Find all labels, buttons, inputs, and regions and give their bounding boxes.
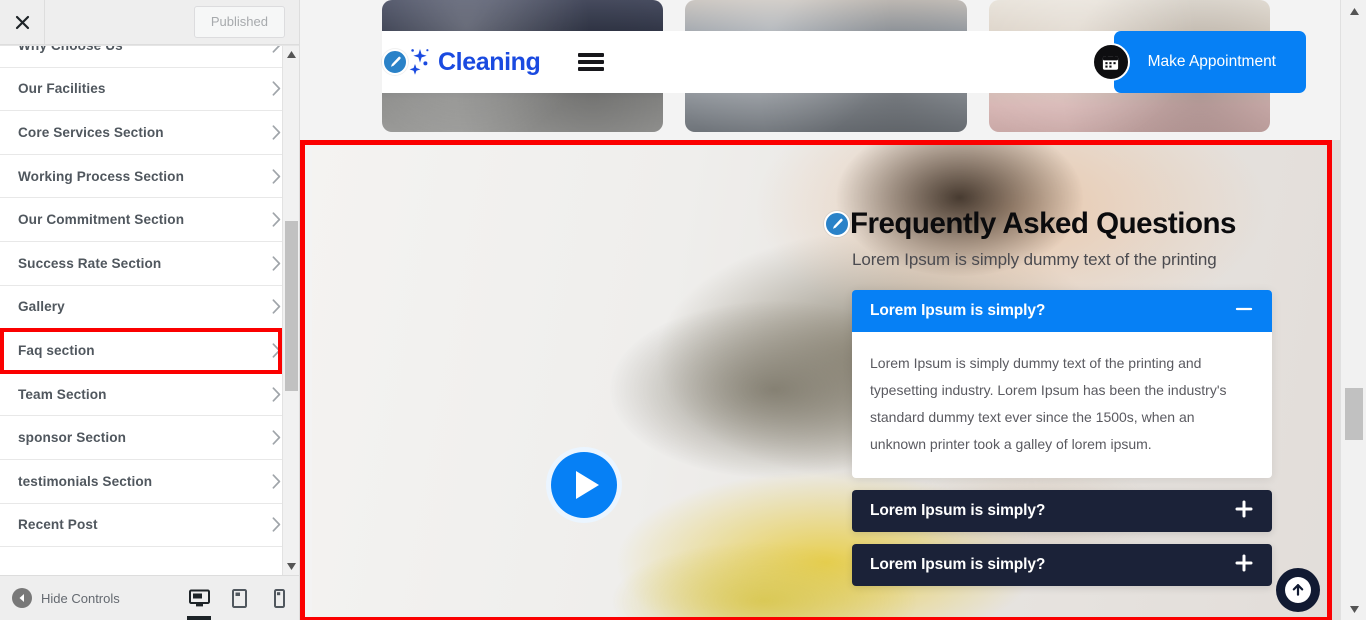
- sidebar-scrollbar[interactable]: [282, 46, 299, 575]
- arrow-up-icon: [1285, 577, 1311, 603]
- faq-accordion-header[interactable]: Lorem Ipsum is simply?: [852, 543, 1272, 586]
- sidebar-item-label: Our Facilities: [18, 81, 106, 97]
- hide-controls-button[interactable]: Hide Controls: [12, 588, 120, 608]
- minus-icon[interactable]: [1234, 299, 1254, 323]
- site-brand[interactable]: Cleaning: [382, 45, 541, 79]
- faq-accordion-item: Lorem Ipsum is simply?: [852, 543, 1272, 586]
- scroll-to-top-button[interactable]: [1276, 568, 1320, 612]
- device-tablet-button[interactable]: [219, 576, 259, 620]
- browser-scroll-down-icon[interactable]: [1341, 600, 1366, 618]
- faq-subtitle: Lorem Ipsum is simply dummy text of the …: [852, 250, 1217, 270]
- chevron-right-icon: [272, 343, 281, 358]
- device-desktop-button[interactable]: [179, 576, 219, 620]
- chevron-right-icon: [272, 81, 281, 97]
- sidebar-item-recent-post[interactable]: Recent Post: [0, 503, 299, 548]
- faq-question: Lorem Ipsum is simply?: [870, 555, 1046, 573]
- sidebar-item-label: Core Services Section: [18, 124, 164, 140]
- play-icon: [576, 471, 599, 499]
- sidebar-item-label: Why Choose Us: [18, 45, 123, 53]
- chevron-right-icon: [272, 386, 281, 402]
- plus-icon[interactable]: [1234, 553, 1254, 577]
- faq-accordion-item: Lorem Ipsum is simply?: [852, 489, 1272, 532]
- sparkle-icon: [404, 45, 434, 79]
- play-video-button[interactable]: [546, 447, 622, 523]
- chevron-right-icon: [272, 212, 281, 227]
- sidebar-item-label: sponsor Section: [18, 430, 126, 446]
- sidebar-item-faq-section[interactable]: Faq section: [0, 328, 299, 375]
- faq-answer: Lorem Ipsum is simply dummy text of the …: [852, 332, 1272, 478]
- calendar-icon[interactable]: [1091, 43, 1130, 81]
- faq-accordion-item: Lorem Ipsum is simply? Lorem Ipsum is sim…: [852, 290, 1272, 478]
- faq-accordion: Lorem Ipsum is simply? Lorem Ipsum is sim…: [852, 290, 1272, 586]
- sidebar-item-why-choose-us[interactable]: Why Choose Us: [0, 45, 299, 68]
- sidebar-item-label: Our Commitment Section: [18, 212, 185, 228]
- sidebar-item-gallery[interactable]: Gallery: [0, 285, 299, 330]
- sidebar-item-testimonials-section[interactable]: testimonials Section: [0, 459, 299, 504]
- collapse-arrow-icon: [12, 588, 32, 608]
- plus-icon[interactable]: [1234, 499, 1254, 523]
- scroll-up-arrow-icon[interactable]: [283, 46, 299, 63]
- customizer-header-bar: Published: [0, 0, 299, 45]
- chevron-right-icon: [272, 430, 281, 445]
- faq-question: Lorem Ipsum is simply?: [870, 302, 1046, 320]
- customizer-footer-bar: Hide Controls: [0, 575, 299, 620]
- faq-accordion-header[interactable]: Lorem Ipsum is simply?: [852, 489, 1272, 532]
- device-preview-switcher: [179, 576, 299, 620]
- appointment-area: Make Appointment: [1091, 31, 1306, 93]
- scroll-down-arrow-icon[interactable]: [283, 558, 299, 575]
- edit-pencil-icon[interactable]: [824, 211, 850, 237]
- sidebar-item-working-process-section[interactable]: Working Process Section: [0, 154, 299, 199]
- faq-title-row: Frequently Asked Questions: [824, 207, 1272, 240]
- faq-content: Frequently Asked Questions Lorem Ipsum i…: [824, 207, 1272, 598]
- chevron-right-icon: [272, 256, 281, 271]
- sidebar-item-sponsor-section[interactable]: sponsor Section: [0, 416, 299, 460]
- browser-scrollbar[interactable]: [1340, 0, 1366, 620]
- faq-question: Lorem Ipsum is simply?: [870, 501, 1046, 519]
- hamburger-icon[interactable]: [578, 51, 605, 73]
- faq-accordion-header[interactable]: Lorem Ipsum is simply?: [852, 290, 1272, 333]
- site-preview: Cleaning Make Appointment Frequently Ask…: [300, 0, 1366, 620]
- sidebar-scrollbar-thumb[interactable]: [285, 221, 298, 391]
- sidebar-item-our-commitment-section[interactable]: Our Commitment Section: [0, 198, 299, 242]
- device-mobile-button[interactable]: [259, 576, 299, 620]
- close-icon: [15, 15, 30, 30]
- chevron-right-icon: [272, 474, 281, 489]
- browser-scroll-up-icon[interactable]: [1341, 2, 1366, 20]
- sidebar-item-label: testimonials Section: [18, 473, 153, 489]
- chevron-right-icon: [272, 168, 281, 184]
- sidebar-item-label: Faq section: [18, 342, 95, 358]
- sidebar-item-core-services-section[interactable]: Core Services Section: [0, 111, 299, 155]
- edit-pencil-icon[interactable]: [382, 49, 408, 75]
- chevron-right-icon: [272, 299, 281, 315]
- sidebar-item-label: Team Section: [18, 386, 107, 402]
- sidebar-item-label: Working Process Section: [18, 168, 184, 184]
- chevron-right-icon: [272, 517, 281, 532]
- chevron-right-icon: [272, 125, 281, 140]
- hide-controls-label: Hide Controls: [41, 590, 120, 606]
- sidebar-item-label: Recent Post: [18, 517, 98, 533]
- sidebar-item-team-section[interactable]: Team Section: [0, 372, 299, 417]
- faq-title: Frequently Asked Questions: [850, 207, 1236, 240]
- sidebar-section-list: Why Choose Us Our Facilities Core Services…: [0, 45, 299, 575]
- make-appointment-button[interactable]: Make Appointment: [1113, 31, 1306, 93]
- customizer-sidebar: Published Why Choose Us Our Facilities Cor…: [0, 0, 300, 620]
- chevron-right-icon: [272, 46, 281, 53]
- faq-section: Frequently Asked Questions Lorem Ipsum i…: [312, 140, 1340, 620]
- close-customizer-button[interactable]: [0, 0, 45, 44]
- browser-scrollbar-thumb[interactable]: [1345, 388, 1363, 440]
- sidebar-item-our-facilities[interactable]: Our Facilities: [0, 67, 299, 112]
- publish-button[interactable]: Published: [193, 5, 285, 39]
- sidebar-item-label: Success Rate Section: [18, 255, 162, 271]
- sidebar-item-success-rate-section[interactable]: Success Rate Section: [0, 241, 299, 286]
- brand-name: Cleaning: [438, 47, 541, 76]
- sidebar-item-label: Gallery: [18, 299, 65, 315]
- customizer-app: Published Why Choose Us Our Facilities Cor…: [0, 0, 1366, 620]
